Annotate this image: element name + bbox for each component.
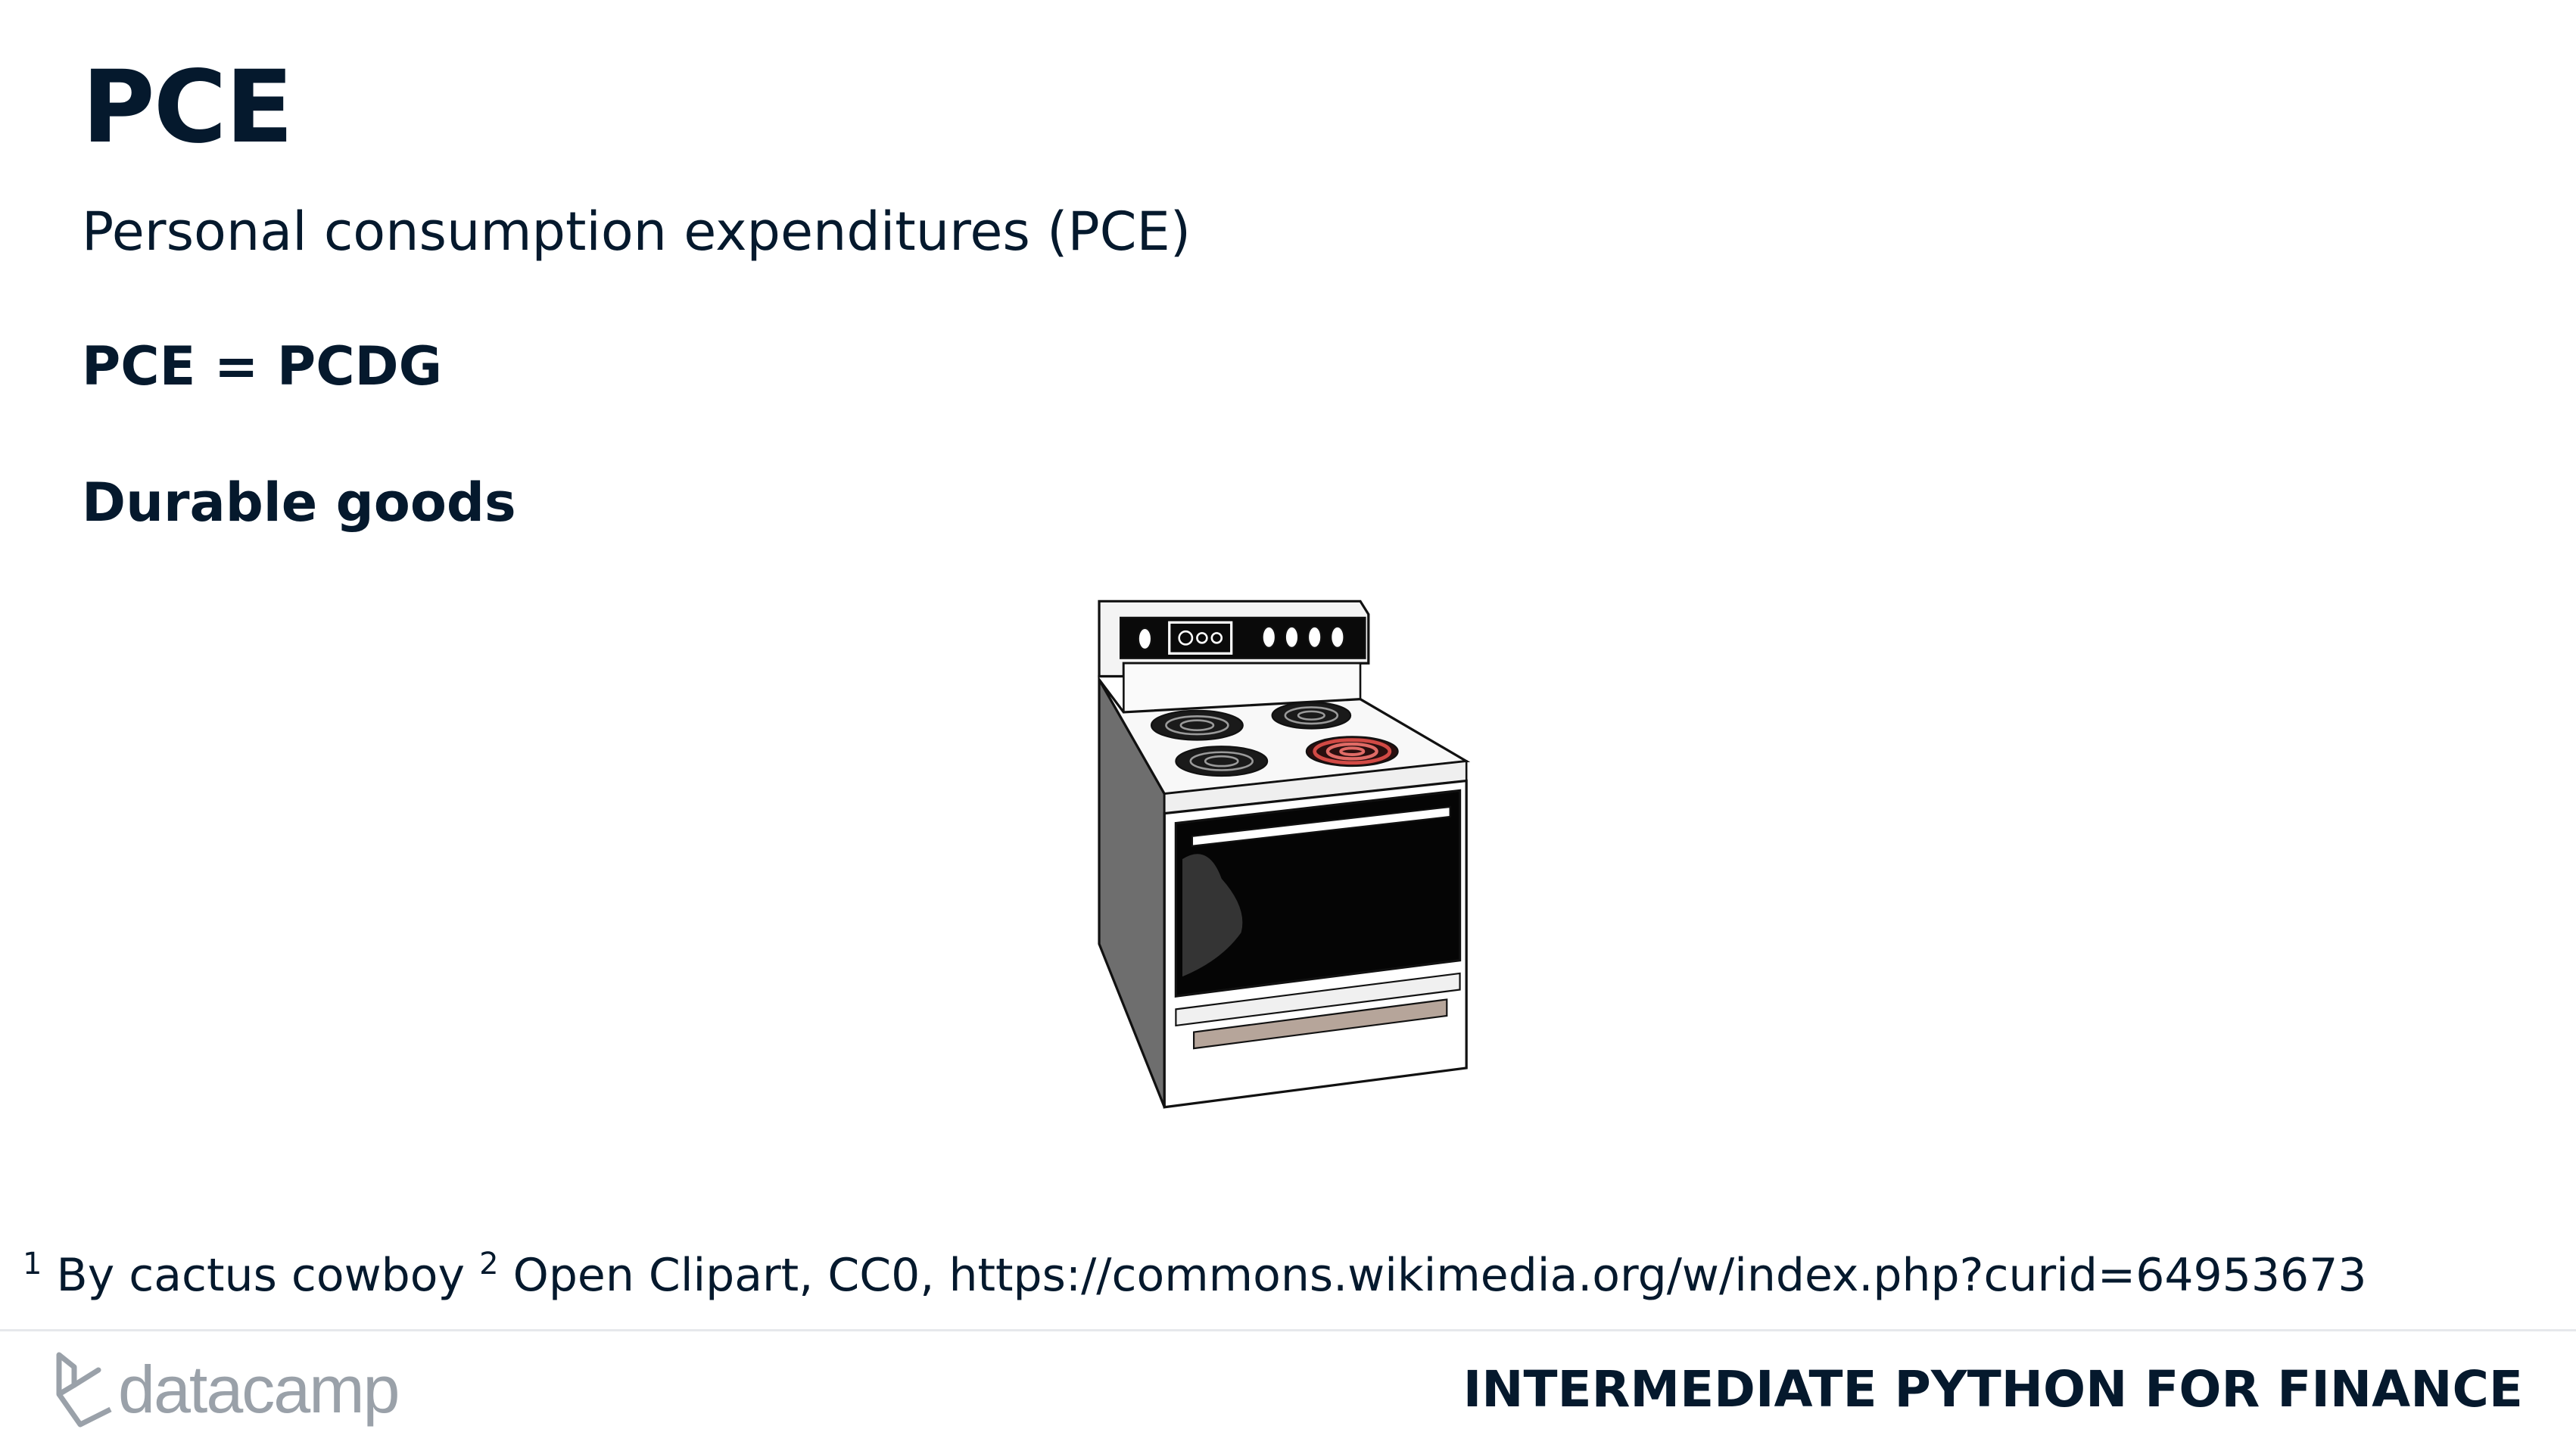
durable-goods-heading: Durable goods bbox=[82, 472, 516, 534]
knob bbox=[1284, 625, 1300, 649]
datacamp-logo: datacamp bbox=[53, 1352, 400, 1428]
control-panel bbox=[1119, 616, 1366, 659]
slide-title: PCE bbox=[82, 49, 294, 166]
knob bbox=[1261, 625, 1276, 649]
course-title: INTERMEDIATE PYTHON FOR FINANCE bbox=[1462, 1360, 2523, 1418]
datacamp-logo-text: datacamp bbox=[118, 1352, 400, 1427]
footnote-marker: 1 bbox=[23, 1247, 42, 1281]
knob bbox=[1330, 625, 1345, 649]
burner bbox=[1175, 746, 1269, 777]
footer-divider bbox=[0, 1329, 2576, 1331]
footnote-source: Open Clipart, CC0, https://commons.wikim… bbox=[512, 1249, 2367, 1302]
burner-hot bbox=[1305, 736, 1399, 768]
image-credit-footnote: 1 By cactus cowboy 2 Open Clipart, CC0, … bbox=[23, 1241, 2367, 1309]
datacamp-logo-icon bbox=[56, 1352, 112, 1428]
footnote-author: By cactus cowboy bbox=[56, 1249, 465, 1302]
footnote-marker: 2 bbox=[479, 1247, 499, 1281]
burner bbox=[1271, 701, 1352, 730]
knob bbox=[1137, 627, 1153, 650]
slide-subtitle: Personal consumption expenditures (PCE) bbox=[82, 201, 1191, 263]
stove-illustration bbox=[1098, 599, 1471, 1109]
knob bbox=[1307, 625, 1322, 649]
pce-equation: PCE = PCDG bbox=[82, 335, 443, 397]
burner bbox=[1150, 709, 1244, 741]
